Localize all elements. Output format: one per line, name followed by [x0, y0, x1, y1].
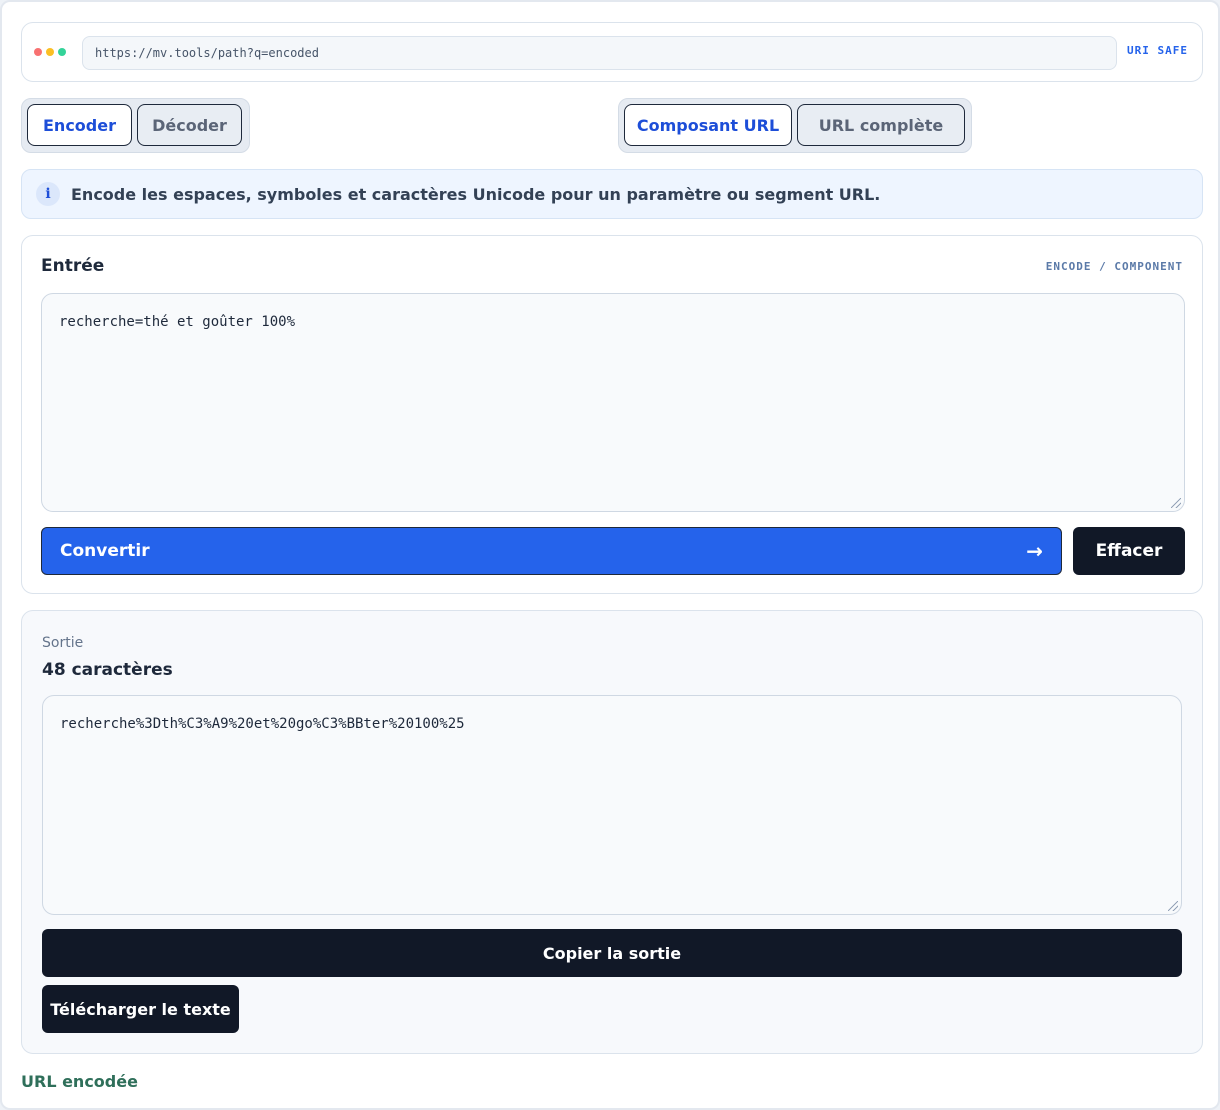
component-url-button[interactable]: Composant URL [624, 104, 792, 146]
input-mode-tag: ENCODE / COMPONENT [1045, 260, 1183, 273]
minimize-dot[interactable] [46, 48, 54, 56]
maximize-dot[interactable] [58, 48, 66, 56]
window-controls [34, 48, 66, 56]
convert-button[interactable]: Convertir → [41, 527, 1062, 575]
output-card: Sortie 48 caractères recherche%3Dth%C3%A… [21, 610, 1203, 1054]
output-textarea[interactable]: recherche%3Dth%C3%A9%20et%20go%C3%BBter%… [42, 695, 1182, 915]
resize-handle[interactable] [1168, 901, 1178, 911]
resize-handle[interactable] [1171, 498, 1181, 508]
info-text: Encode les espaces, symboles et caractèr… [71, 184, 881, 204]
convert-label: Convertir [60, 541, 150, 561]
input-card: Entrée ENCODE / COMPONENT recherche=thé … [21, 235, 1203, 594]
mode-toggle: Encoder Décoder [21, 98, 250, 153]
output-char-count: 48 caractères [42, 660, 173, 680]
download-text-button[interactable]: Télécharger le texte [42, 985, 239, 1033]
output-text: recherche%3Dth%C3%A9%20et%20go%C3%BBter%… [60, 716, 465, 732]
uri-safe-badge: URI SAFE [1127, 44, 1188, 57]
app-window: https://mv.tools/path?q=encoded URI SAFE… [0, 0, 1220, 1110]
info-icon: i [36, 182, 60, 206]
input-text: recherche=thé et goûter 100% [59, 314, 296, 330]
input-title: Entrée [41, 256, 105, 276]
info-banner: i Encode les espaces, symboles et caract… [21, 169, 1203, 219]
full-url-button[interactable]: URL complète [797, 104, 965, 146]
input-textarea[interactable]: recherche=thé et goûter 100% [41, 293, 1185, 512]
close-dot[interactable] [34, 48, 42, 56]
copy-output-button[interactable]: Copier la sortie [42, 929, 1182, 977]
address-bar: https://mv.tools/path?q=encoded URI SAFE [21, 22, 1203, 82]
encode-button[interactable]: Encoder [27, 104, 132, 146]
url-field[interactable]: https://mv.tools/path?q=encoded [82, 36, 1117, 70]
decode-button[interactable]: Décoder [137, 104, 242, 146]
clear-button[interactable]: Effacer [1073, 527, 1185, 575]
output-label: Sortie [42, 635, 84, 651]
footer-label: URL encodée [21, 1072, 138, 1091]
scope-toggle: Composant URL URL complète [618, 98, 972, 153]
arrow-right-icon: → [1026, 539, 1043, 563]
